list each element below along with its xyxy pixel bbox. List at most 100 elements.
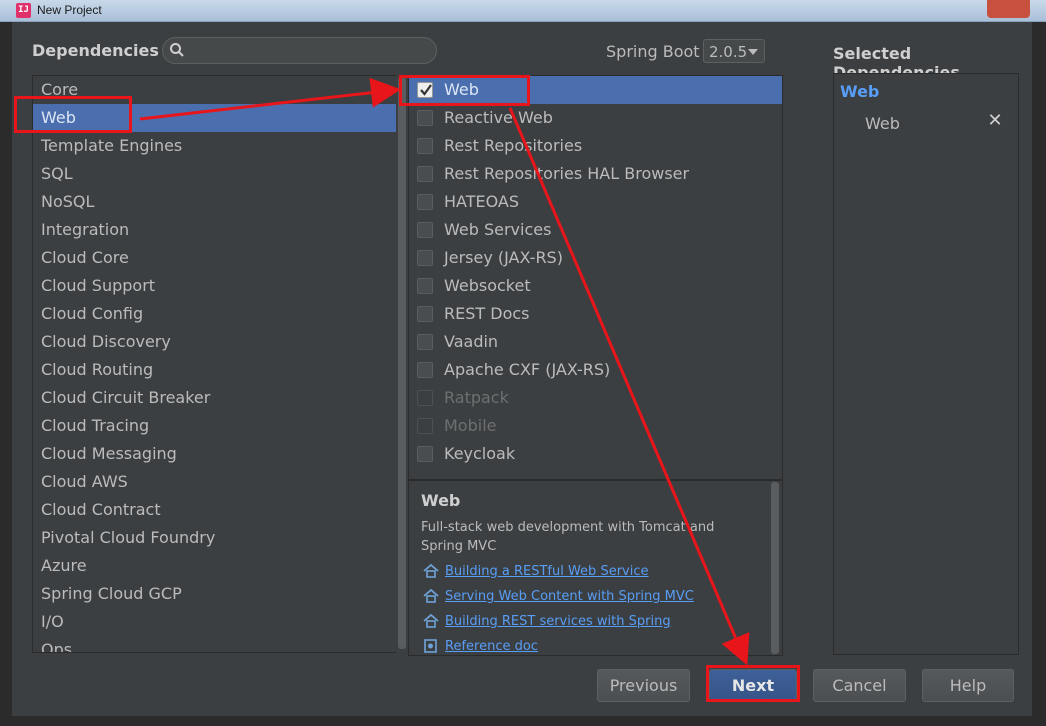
dependency-label: Jersey (JAX-RS) [444,248,563,267]
category-scrollbar[interactable] [396,75,408,653]
checkbox-icon[interactable] [417,138,433,154]
dependency-label: Reactive Web [444,108,553,127]
cancel-button[interactable]: Cancel [813,669,906,702]
annotation-box-web-category [14,96,132,133]
category-item[interactable]: SQL [33,160,406,188]
dependency-item: Mobile [409,412,782,440]
checkbox-icon[interactable] [417,222,433,238]
checkbox-icon[interactable] [417,334,433,350]
dependency-label: Websocket [444,276,531,295]
dependency-search[interactable] [162,37,437,64]
intellij-app-icon: IJ [16,3,31,18]
category-item[interactable]: Cloud AWS [33,468,406,496]
spring-boot-label: Spring Boot [606,42,700,61]
background-editor-strip-right [1032,22,1046,726]
category-item[interactable]: Cloud Support [33,272,406,300]
category-item[interactable]: Template Engines [33,132,406,160]
dependency-item[interactable]: Rest Repositories HAL Browser [409,160,782,188]
dependency-item[interactable]: REST Docs [409,300,782,328]
description-link[interactable]: Building REST services with Spring [421,612,770,631]
spring-boot-version-value: 2.0.5 [709,43,748,61]
category-item[interactable]: Ops [33,636,406,652]
dependency-description: Web Full-stack web development with Tomc… [408,480,783,656]
checkbox-icon[interactable] [417,306,433,322]
spring-boot-version-select[interactable]: 2.0.5 [703,39,765,63]
checkbox-icon[interactable] [417,446,433,462]
dependency-label: Apache CXF (JAX-RS) [444,360,611,379]
window-title: New Project [37,3,102,17]
category-item[interactable]: Cloud Contract [33,496,406,524]
category-item[interactable]: Cloud Routing [33,356,406,384]
selected-item-label: Web [865,114,900,133]
dependency-item[interactable]: Websocket [409,272,782,300]
window-close-button[interactable] [987,0,1030,18]
description-link-text[interactable]: Building a RESTful Web Service [445,564,649,579]
selected-dependencies-panel: Web Web ✕ [833,73,1019,655]
chevron-down-icon [748,49,758,55]
checkbox-icon [417,390,433,406]
category-item[interactable]: Cloud Tracing [33,412,406,440]
category-item[interactable]: Cloud Core [33,244,406,272]
checkbox-icon[interactable] [417,250,433,266]
dependency-label: Rest Repositories [444,136,583,155]
help-button[interactable]: Help [922,669,1014,702]
category-item[interactable]: Cloud Circuit Breaker [33,384,406,412]
background-editor-strip [0,22,12,726]
scrollbar-thumb[interactable] [398,77,406,649]
description-link[interactable]: Building a RESTful Web Service [421,562,770,581]
close-icon[interactable]: ✕ [986,112,1004,130]
cancel-label: Cancel [832,676,887,695]
dependency-label: Mobile [444,416,497,435]
dependency-label: REST Docs [444,304,530,323]
new-project-dialog: Dependencies Spring Boot 2.0.5 Selected … [12,22,1032,716]
category-item[interactable]: Cloud Discovery [33,328,406,356]
checkbox-icon[interactable] [417,194,433,210]
dependency-label: Keycloak [444,444,516,463]
home-icon [423,589,439,603]
search-icon [170,43,184,57]
description-link[interactable]: Serving Web Content with Spring MVC [421,587,770,606]
checkbox-icon[interactable] [417,110,433,126]
dependency-item[interactable]: Apache CXF (JAX-RS) [409,356,782,384]
category-item[interactable]: Pivotal Cloud Foundry [33,524,406,552]
previous-label: Previous [609,676,678,695]
home-icon [423,614,439,628]
annotation-box-web-dependency [399,75,530,106]
checkbox-icon[interactable] [417,362,433,378]
dependency-item[interactable]: Keycloak [409,440,782,468]
dependency-item[interactable]: Vaadin [409,328,782,356]
category-item[interactable]: Azure [33,552,406,580]
dependency-item[interactable]: Reactive Web [409,104,782,132]
dependency-item[interactable]: Jersey (JAX-RS) [409,244,782,272]
checkbox-icon[interactable] [417,166,433,182]
background-status-strip [0,716,1046,726]
description-text: Full-stack web development with Tomcat a… [421,520,715,554]
description-link-text[interactable]: Serving Web Content with Spring MVC [445,589,694,604]
category-list: Core Web Template Engines SQL NoSQL Integrati… [32,75,407,653]
description-scrollbar[interactable] [770,482,780,654]
dependency-label: Ratpack [444,388,509,407]
checkbox-icon [417,418,433,434]
category-item[interactable]: NoSQL [33,188,406,216]
previous-button[interactable]: Previous [597,669,690,702]
category-item[interactable]: I/O [33,608,406,636]
dependency-item[interactable]: Web Services [409,216,782,244]
selected-group-label: Web [840,82,880,101]
category-item[interactable]: Spring Cloud GCP [33,580,406,608]
window-titlebar: IJ New Project [0,0,1046,22]
category-item[interactable]: Cloud Config [33,300,406,328]
dependency-item[interactable]: Rest Repositories [409,132,782,160]
scrollbar-thumb[interactable] [771,482,779,654]
description-link-text[interactable]: Reference doc [445,639,538,654]
dependencies-heading: Dependencies [32,41,159,60]
dependency-list: Web Reactive Web Rest Repositories Rest Rep… [408,75,783,480]
description-link-text[interactable]: Building REST services with Spring [445,614,671,629]
checkbox-icon[interactable] [417,278,433,294]
category-item[interactable]: Integration [33,216,406,244]
description-link[interactable]: Reference doc [421,637,770,655]
search-input[interactable] [191,41,427,60]
home-icon [423,564,439,578]
category-item[interactable]: Cloud Messaging [33,440,406,468]
description-title: Web [421,491,461,510]
dependency-item[interactable]: HATEOAS [409,188,782,216]
